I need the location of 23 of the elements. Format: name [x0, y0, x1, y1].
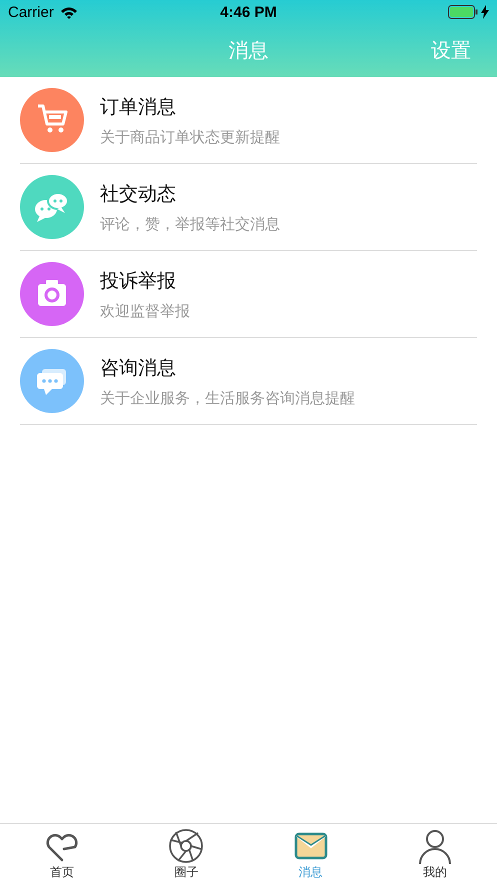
category-description: 欢迎监督举报 [100, 302, 190, 320]
nav-title: 消息 [228, 37, 268, 64]
message-category-item[interactable]: 社交动态 评论，赞，举报等社交消息 [20, 164, 477, 251]
message-category-item[interactable]: 订单消息 关于商品订单状态更新提醒 [20, 77, 477, 164]
message-category-item[interactable]: 投诉举报 欢迎监督举报 [20, 251, 477, 338]
category-title: 咨询消息 [100, 356, 177, 380]
carrier-name: Carrier [8, 4, 54, 20]
wifi-icon [60, 6, 78, 18]
tab-bar-item[interactable]: 首页 [0, 824, 124, 883]
category-description: 关于企业服务，生活服务咨询消息提醒 [100, 388, 355, 408]
message-category-item[interactable]: 咨询消息 关于企业服务，生活服务咨询消息提醒 [20, 338, 477, 425]
category-title: 投诉举报 [100, 268, 177, 294]
tab-bar-item[interactable]: 我的 [372, 824, 497, 883]
tab-bar-item[interactable]: 圈子 [124, 824, 248, 883]
aperture-icon [168, 828, 204, 864]
category-description: 关于商品订单状态更新提醒 [100, 128, 280, 146]
category-description: 评论，赞，举报等社交消息 [100, 214, 280, 234]
category-title: 社交动态 [100, 182, 177, 206]
battery-icon [448, 5, 478, 19]
status-time: 4:46 PM [220, 4, 277, 20]
charging-icon [481, 5, 490, 19]
person-icon [416, 828, 453, 864]
category-title: 订单消息 [100, 94, 177, 120]
